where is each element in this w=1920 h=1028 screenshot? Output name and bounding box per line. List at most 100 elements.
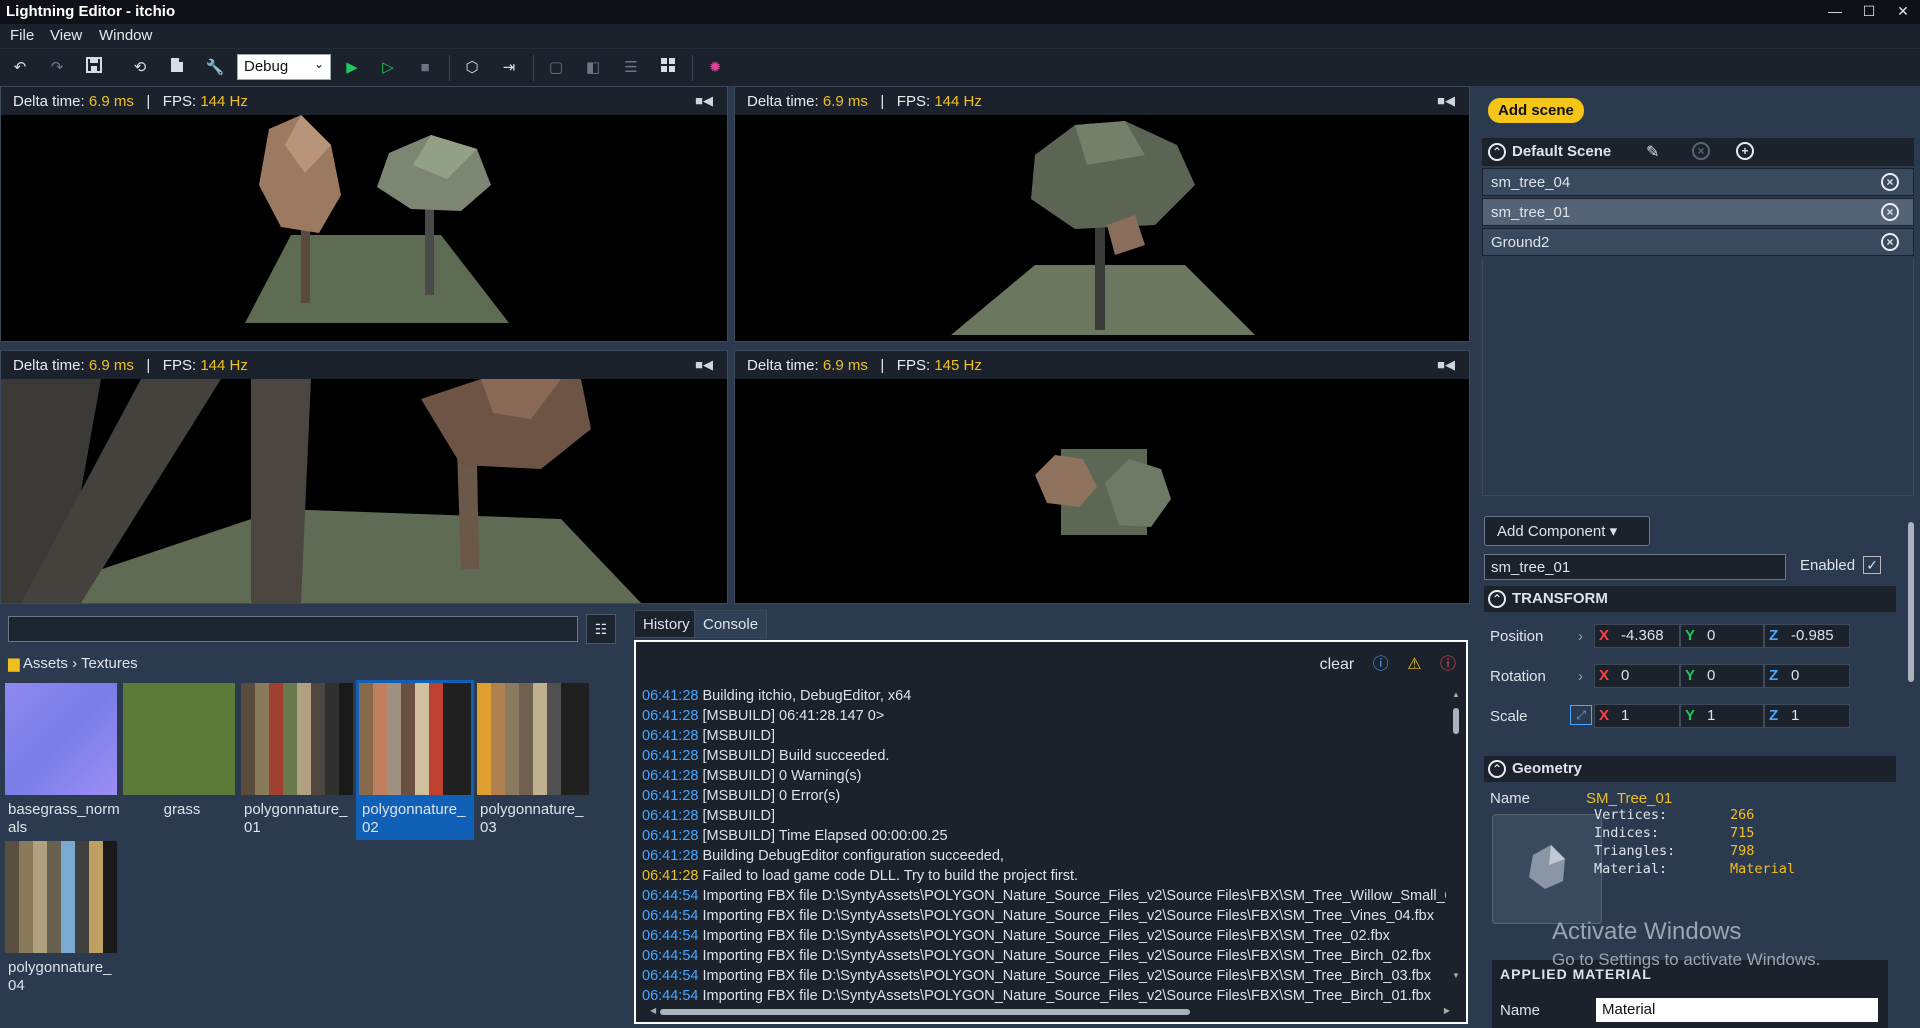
- minimize-button[interactable]: —: [1818, 0, 1852, 22]
- close-button[interactable]: ✕: [1886, 0, 1920, 22]
- entity-row[interactable]: Ground2 ×: [1482, 228, 1914, 256]
- error-filter-icon[interactable]: ⓘ: [1440, 656, 1456, 673]
- asset-item[interactable]: polygonnature_ 01: [238, 680, 356, 840]
- redo-icon[interactable]: ↷: [46, 57, 68, 79]
- menu-window[interactable]: Window: [99, 27, 152, 44]
- camera-icon[interactable]: ■◀: [1437, 357, 1455, 373]
- rotation-x-field[interactable]: X0: [1594, 664, 1680, 688]
- log-message: Building DebugEditor configuration succe…: [702, 848, 1004, 864]
- scale-x-field[interactable]: X1: [1594, 704, 1680, 728]
- viewport-1[interactable]: Delta time: 6.9 ms | FPS: 144 Hz ■◀: [0, 86, 728, 342]
- material-name-field[interactable]: Material: [1596, 998, 1878, 1022]
- console-line: 06:41:28 [MSBUILD]: [642, 728, 1446, 744]
- camera-icon[interactable]: ■◀: [1437, 93, 1455, 109]
- menu-file[interactable]: File: [10, 27, 34, 44]
- geometry-section: ⌃ Geometry Name SM_Tree_01 Vertices: 266 …: [1484, 756, 1896, 1028]
- camera-icon[interactable]: ■◀: [695, 357, 713, 373]
- remove-scene-icon[interactable]: ×: [1692, 142, 1710, 160]
- stop-icon[interactable]: ■: [414, 57, 436, 79]
- checkbox-checked-icon[interactable]: ✓: [1863, 556, 1882, 574]
- remove-entity-icon[interactable]: ×: [1881, 233, 1899, 251]
- asset-search-input[interactable]: [8, 616, 578, 642]
- position-label: Position: [1490, 628, 1544, 645]
- viewport-4[interactable]: Delta time: 6.9 ms | FPS: 145 Hz ■◀: [734, 350, 1470, 604]
- play-outline-icon[interactable]: ▷: [377, 57, 399, 79]
- camera-icon[interactable]: ■◀: [695, 93, 713, 109]
- log-timestamp: 06:44:54: [642, 908, 699, 924]
- asset-item[interactable]: polygonnature_ 03: [474, 680, 592, 840]
- layout-quad-icon[interactable]: [657, 57, 679, 79]
- position-y-field[interactable]: Y0: [1680, 624, 1764, 648]
- maximize-button[interactable]: ☐: [1852, 0, 1886, 22]
- list-view-icon[interactable]: ☷: [586, 614, 616, 644]
- rotation-z-field[interactable]: Z0: [1764, 664, 1850, 688]
- log-message: Importing FBX file D:\SyntyAssets\POLYGO…: [702, 928, 1390, 944]
- layout-rows-icon[interactable]: ☰: [620, 57, 642, 79]
- tab-console[interactable]: Console: [694, 610, 768, 638]
- log-message: [MSBUILD] Time Elapsed 00:00:00.25: [702, 828, 948, 844]
- menu-view[interactable]: View: [50, 27, 82, 44]
- remove-entity-icon[interactable]: ×: [1881, 173, 1899, 191]
- position-x-field[interactable]: X -4.368: [1594, 624, 1680, 648]
- tab-history[interactable]: History: [634, 610, 699, 638]
- asset-item[interactable]: polygonnature_ 04: [2, 838, 120, 998]
- info-filter-icon[interactable]: ⓘ: [1373, 656, 1389, 673]
- cube-icon[interactable]: ⬡: [461, 57, 483, 79]
- collapse-icon[interactable]: ⌃: [1488, 590, 1506, 608]
- layout-single-icon[interactable]: ▢: [545, 57, 567, 79]
- console-horizontal-scrollbar[interactable]: ◀ ▶: [650, 1006, 1450, 1018]
- clear-button[interactable]: clear: [1320, 656, 1355, 673]
- log-message: [MSBUILD] 0 Error(s): [702, 788, 841, 804]
- delta-value: 6.9 ms: [88, 93, 134, 110]
- edit-icon[interactable]: ✎: [1646, 142, 1659, 162]
- console-vertical-scrollbar[interactable]: ▲ ▼: [1450, 690, 1462, 980]
- link-scale-icon[interactable]: ⤢: [1570, 705, 1592, 725]
- entity-row[interactable]: sm_tree_04 ×: [1482, 168, 1914, 196]
- asset-item[interactable]: basegrass_norm als: [2, 680, 120, 840]
- chevron-right-icon: ›: [1578, 668, 1583, 685]
- import-icon[interactable]: ⇥: [498, 57, 520, 79]
- collapse-icon[interactable]: ⌃: [1488, 143, 1506, 161]
- log-message: [MSBUILD] 0 Warning(s): [702, 768, 862, 784]
- transform-header[interactable]: ⌃ TRANSFORM: [1484, 586, 1896, 612]
- viewport-2[interactable]: Delta time: 6.9 ms | FPS: 144 Hz ■◀: [734, 86, 1470, 342]
- breadcrumb-assets[interactable]: Assets: [23, 655, 68, 672]
- wrench-icon[interactable]: 🔧: [204, 57, 226, 79]
- position-z-field[interactable]: Z -0.985: [1764, 624, 1850, 648]
- layout-split-icon[interactable]: ◧: [582, 57, 604, 79]
- console-line: 06:41:28 [MSBUILD] 06:41:28.147 0>: [642, 708, 1446, 724]
- add-component-button[interactable]: Add Component ▾: [1484, 516, 1650, 546]
- log-message: [MSBUILD] Build succeeded.: [702, 748, 890, 764]
- toolbar-divider: [533, 55, 534, 81]
- scale-z-field[interactable]: Z1: [1764, 704, 1850, 728]
- remove-entity-icon[interactable]: ×: [1881, 203, 1899, 221]
- configuration-select[interactable]: Debug ⌄: [237, 54, 331, 80]
- collapse-icon[interactable]: ⌃: [1488, 760, 1506, 778]
- breadcrumb-textures[interactable]: Textures: [81, 655, 138, 672]
- bug-icon[interactable]: ✹: [704, 57, 726, 79]
- log-message: [MSBUILD]: [702, 808, 775, 824]
- console-output[interactable]: clear ⓘ ⚠ ⓘ 06:41:28 Building itchio, De…: [634, 640, 1468, 1024]
- geometry-title: Geometry: [1512, 760, 1583, 777]
- new-file-icon[interactable]: [166, 57, 188, 79]
- reload-icon[interactable]: ⟲: [129, 57, 151, 79]
- undo-icon[interactable]: ↶: [9, 57, 31, 79]
- entity-name-input[interactable]: sm_tree_01: [1484, 554, 1786, 580]
- inspector-scrollbar[interactable]: [1908, 512, 1916, 1022]
- asset-item[interactable]: grass: [120, 680, 238, 840]
- rotation-y-field[interactable]: Y0: [1680, 664, 1764, 688]
- enabled-toggle[interactable]: Enabled ✓: [1800, 556, 1882, 574]
- geometry-header[interactable]: ⌃ Geometry: [1484, 756, 1896, 782]
- play-icon[interactable]: ▶: [341, 57, 363, 79]
- fps-label: FPS:: [896, 357, 931, 374]
- add-scene-button[interactable]: Add scene: [1488, 98, 1584, 123]
- save-icon[interactable]: [83, 57, 105, 79]
- entity-row[interactable]: sm_tree_01 ×: [1482, 198, 1914, 226]
- delta-value: 6.9 ms: [822, 93, 868, 110]
- log-timestamp: 06:44:54: [642, 888, 699, 904]
- asset-item[interactable]: polygonnature_ 02: [356, 680, 474, 840]
- add-entity-icon[interactable]: +: [1736, 142, 1754, 160]
- warning-filter-icon[interactable]: ⚠: [1407, 656, 1421, 673]
- scale-y-field[interactable]: Y1: [1680, 704, 1764, 728]
- viewport-3[interactable]: Delta time: 6.9 ms | FPS: 144 Hz ■◀: [0, 350, 728, 604]
